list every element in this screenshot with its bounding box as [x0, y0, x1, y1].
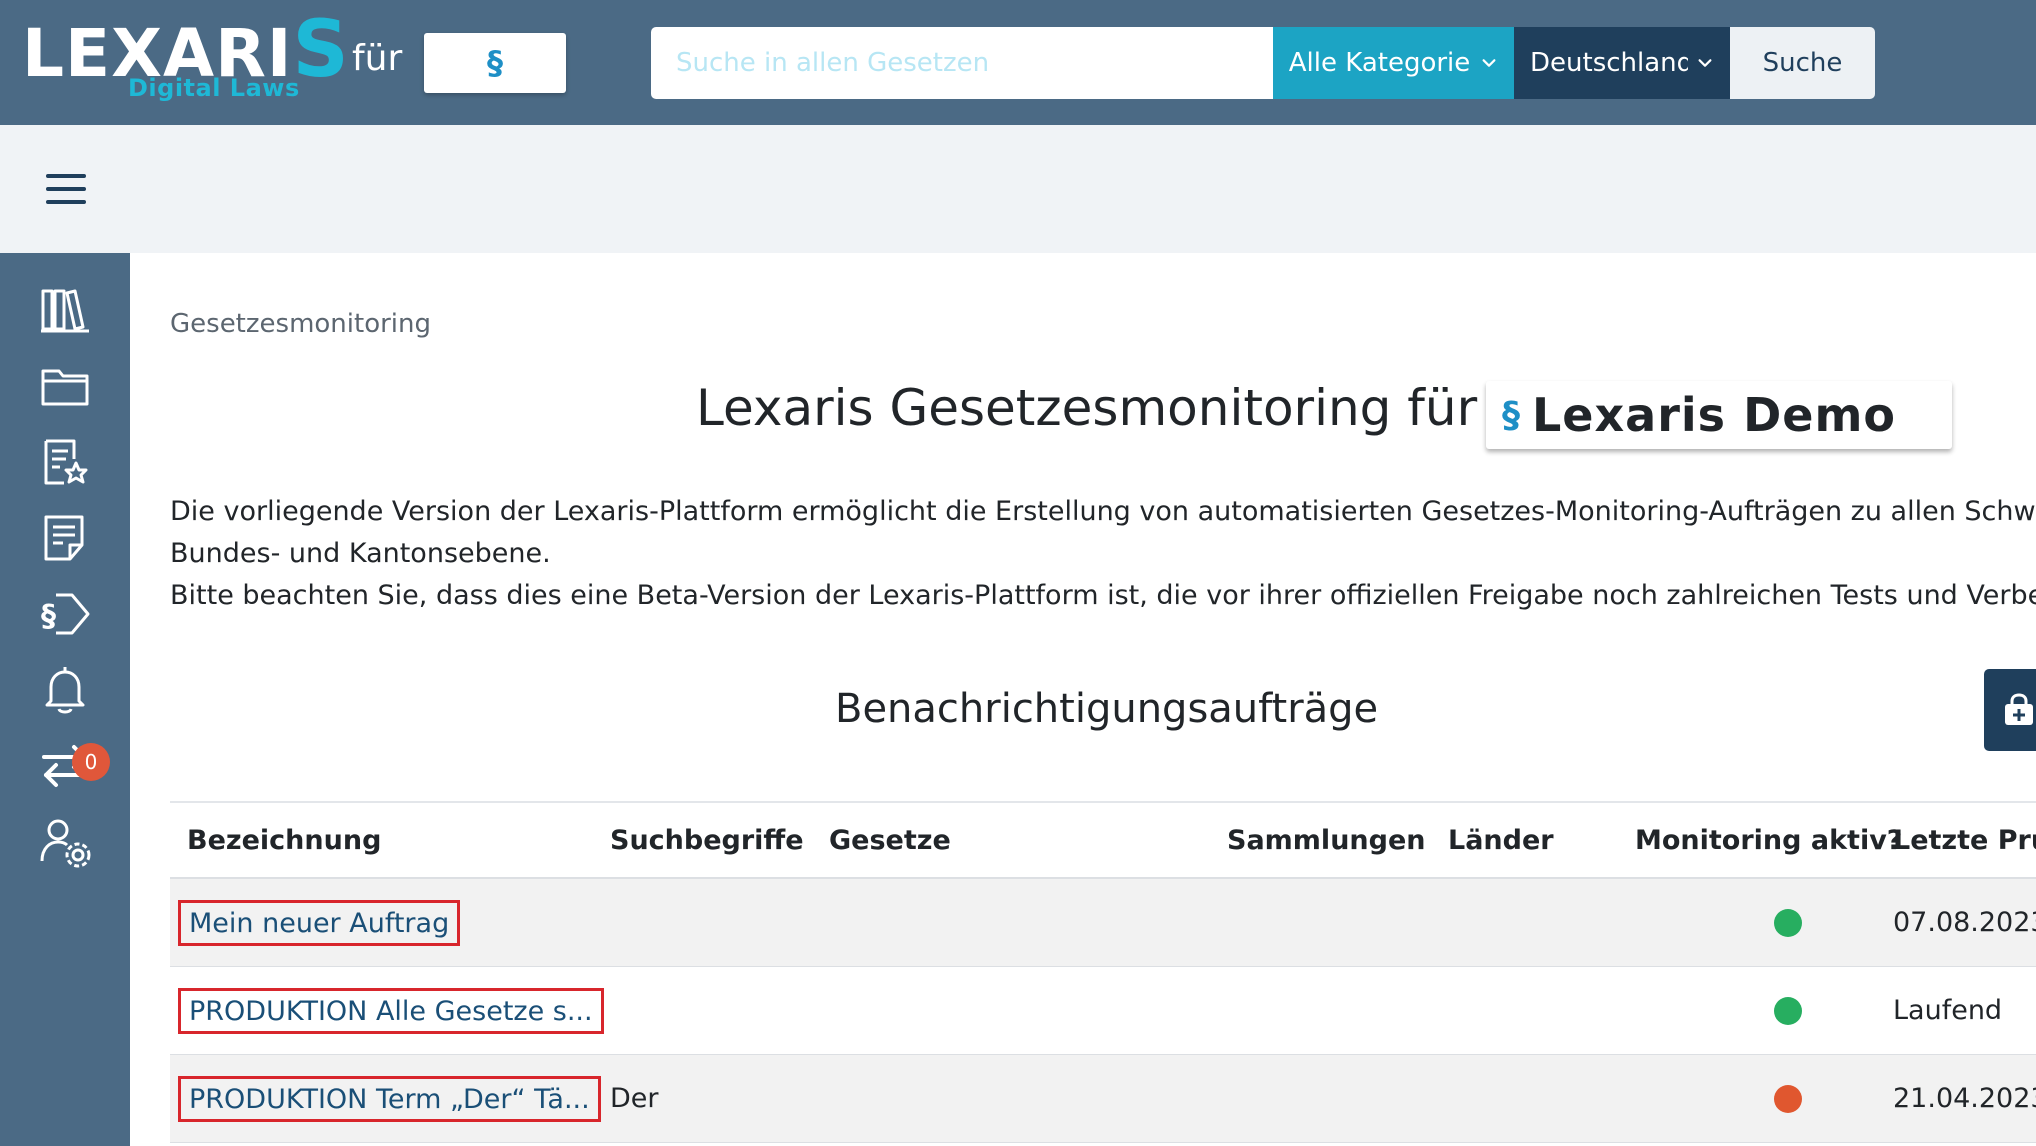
search-input[interactable]: [651, 27, 1273, 99]
monitoring-status-dot: [1774, 909, 1802, 937]
main-content: Gesetzesmonitoring Lexaris Gesetzesmonit…: [130, 253, 2036, 1146]
column-header-countries[interactable]: Länder: [1448, 825, 1554, 856]
column-header-laws[interactable]: Gesetze: [829, 825, 951, 856]
intro-line: Die vorliegende Version der Lexaris-Plat…: [170, 496, 2036, 527]
logo-subtitle: Digital Laws: [128, 74, 300, 102]
country-dropdown[interactable]: Deutschland: [1514, 27, 1730, 99]
add-job-button[interactable]: [1984, 669, 2036, 751]
column-header-collections[interactable]: Sammlungen: [1227, 825, 1426, 856]
job-name-link[interactable]: PRODUKTION Term „Der“ Tä...: [178, 1076, 601, 1122]
column-header-last-check[interactable]: Letzte Prüf: [1893, 825, 2036, 856]
favorite-documents-icon[interactable]: [36, 433, 94, 491]
jobs-table: Bezeichnung Suchbegriffe Gesetze Sammlun…: [170, 801, 2036, 1143]
organization-name: Lexaris Demo: [1532, 388, 1896, 442]
svg-text:§: §: [41, 599, 56, 634]
folder-icon[interactable]: [36, 357, 94, 415]
table-row[interactable]: Mein neuer Auftrag 07.08.2023: [170, 879, 2036, 967]
user-settings-icon[interactable]: [36, 813, 94, 871]
country-dropdown-label: Deutschland: [1530, 48, 1688, 78]
column-header-terms[interactable]: Suchbegriffe: [610, 825, 804, 856]
job-last-check: 07.08.2023: [1893, 907, 2036, 938]
law-tag-icon[interactable]: §: [36, 585, 94, 643]
page-title: Lexaris Gesetzesmonitoring für: [696, 379, 1478, 437]
hamburger-menu-icon[interactable]: [46, 174, 86, 204]
lexaris-logo[interactable]: LEXARIS Digital Laws: [22, 10, 349, 110]
document-edit-icon[interactable]: [36, 509, 94, 567]
library-icon[interactable]: [36, 281, 94, 339]
intro-text: Die vorliegende Version der Lexaris-Plat…: [170, 491, 2036, 617]
toolbar: [0, 125, 2036, 253]
organization-badge: § Lexaris Demo: [1486, 381, 1952, 449]
table-header: Bezeichnung Suchbegriffe Gesetze Sammlun…: [170, 801, 2036, 879]
for-label: für: [352, 38, 403, 79]
table-row[interactable]: PRODUKTION Term „Der“ Tä... Der 21.04.20…: [170, 1055, 2036, 1143]
section-title: Benachrichtigungsaufträge: [835, 686, 1379, 732]
top-header: LEXARIS Digital Laws für § Alle Kategori…: [0, 0, 2036, 125]
job-name-link[interactable]: PRODUKTION Alle Gesetze s...: [178, 988, 604, 1034]
search-button[interactable]: Suche: [1730, 27, 1875, 99]
job-terms: Der: [610, 1083, 659, 1114]
bell-icon[interactable]: [36, 661, 94, 719]
job-last-check: Laufend: [1893, 995, 2003, 1026]
chevron-down-icon: [1698, 59, 1712, 67]
organization-selector[interactable]: §: [424, 33, 566, 93]
add-bag-icon: [2005, 693, 2033, 725]
column-header-active[interactable]: Monitoring aktiv?: [1635, 825, 1902, 856]
notification-count-badge: 0: [72, 743, 110, 781]
sidebar: §: [0, 253, 130, 1146]
paragraph-icon: §: [1502, 394, 1520, 436]
job-last-check: 21.04.2023: [1893, 1083, 2036, 1114]
category-dropdown[interactable]: Alle Kategorie: [1273, 27, 1514, 99]
monitoring-status-dot: [1774, 997, 1802, 1025]
intro-line: Bundes- und Kantonsebene.: [170, 538, 551, 569]
table-row[interactable]: PRODUKTION Alle Gesetze s... Laufend: [170, 967, 2036, 1055]
intro-line: Bitte beachten Sie, dass dies eine Beta-…: [170, 580, 2036, 611]
breadcrumb[interactable]: Gesetzesmonitoring: [170, 309, 431, 339]
logo-text-s: S: [292, 5, 350, 95]
column-header-name[interactable]: Bezeichnung: [187, 825, 381, 856]
chevron-down-icon: [1482, 59, 1496, 67]
job-name-link[interactable]: Mein neuer Auftrag: [178, 900, 461, 946]
search-bar: Alle Kategorie Deutschland Suche: [651, 27, 1875, 99]
category-dropdown-label: Alle Kategorie: [1288, 48, 1471, 78]
monitoring-status-dot: [1774, 1085, 1802, 1113]
